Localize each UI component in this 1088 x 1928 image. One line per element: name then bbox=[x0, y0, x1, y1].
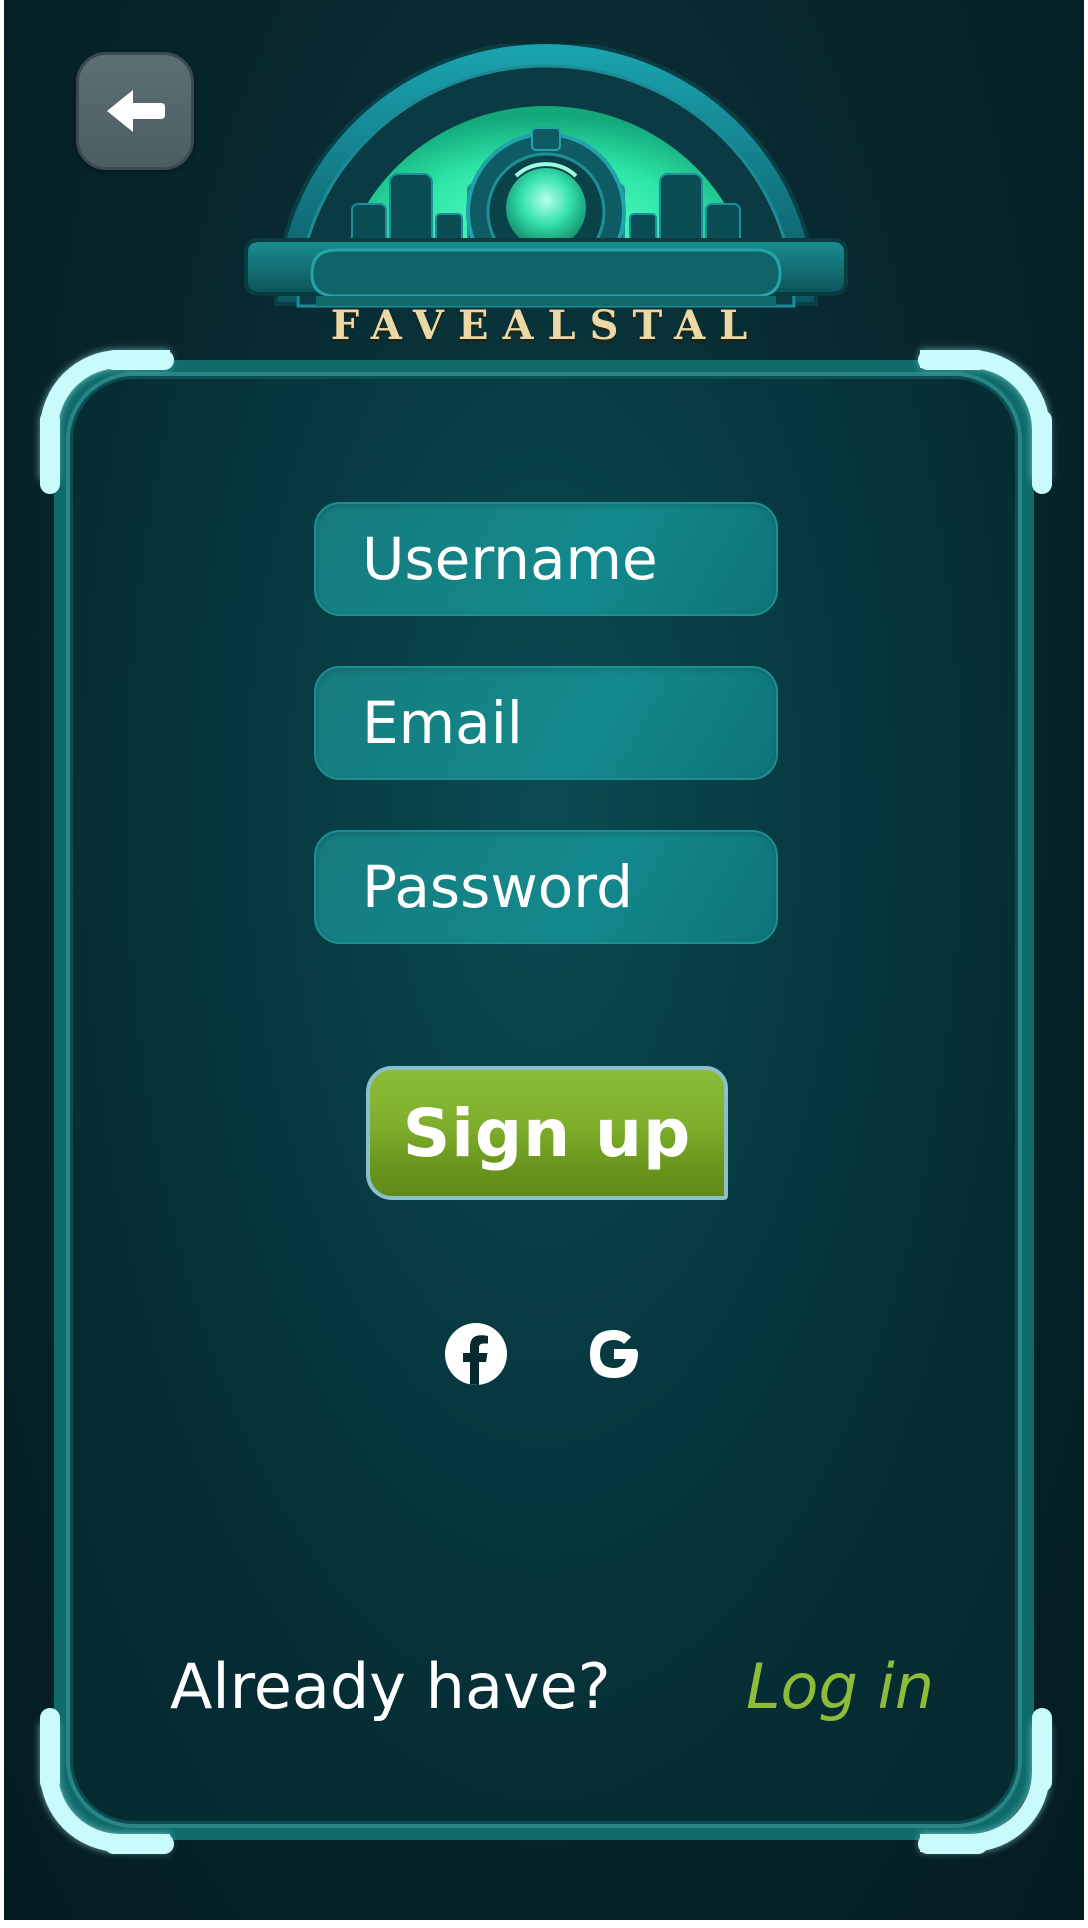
game-logo-emblem: FAVEALSTAL bbox=[240, 40, 852, 366]
password-field[interactable] bbox=[314, 830, 778, 944]
signup-screen: FAVEALSTAL Sign up Already have? L bbox=[4, 0, 1084, 1920]
corner-cap bbox=[1032, 1708, 1052, 1792]
arrow-left-icon bbox=[107, 90, 165, 132]
already-have-account-text: Already have? bbox=[170, 1650, 611, 1723]
email-field[interactable] bbox=[314, 666, 778, 780]
logo-title: FAVEALSTAL bbox=[330, 302, 762, 349]
google-login-button[interactable] bbox=[582, 1322, 646, 1386]
corner-cap bbox=[918, 350, 988, 370]
corner-cap bbox=[1032, 410, 1052, 494]
sign-up-button[interactable]: Sign up bbox=[366, 1066, 728, 1200]
panel-corner-bottom-right bbox=[920, 1722, 1050, 1852]
back-button[interactable] bbox=[76, 52, 194, 170]
facebook-login-button[interactable] bbox=[444, 1322, 508, 1386]
corner-cap bbox=[104, 1834, 174, 1854]
username-input[interactable] bbox=[316, 504, 776, 614]
log-in-link[interactable]: Log in bbox=[746, 1650, 934, 1723]
corner-cap bbox=[40, 410, 60, 494]
facebook-icon bbox=[445, 1323, 507, 1385]
google-icon bbox=[590, 1330, 638, 1378]
corner-cap bbox=[40, 1708, 60, 1792]
corner-cap bbox=[918, 1834, 988, 1854]
corner-cap bbox=[104, 350, 174, 370]
email-input[interactable] bbox=[316, 668, 776, 778]
password-input[interactable] bbox=[316, 832, 776, 942]
username-field[interactable] bbox=[314, 502, 778, 616]
